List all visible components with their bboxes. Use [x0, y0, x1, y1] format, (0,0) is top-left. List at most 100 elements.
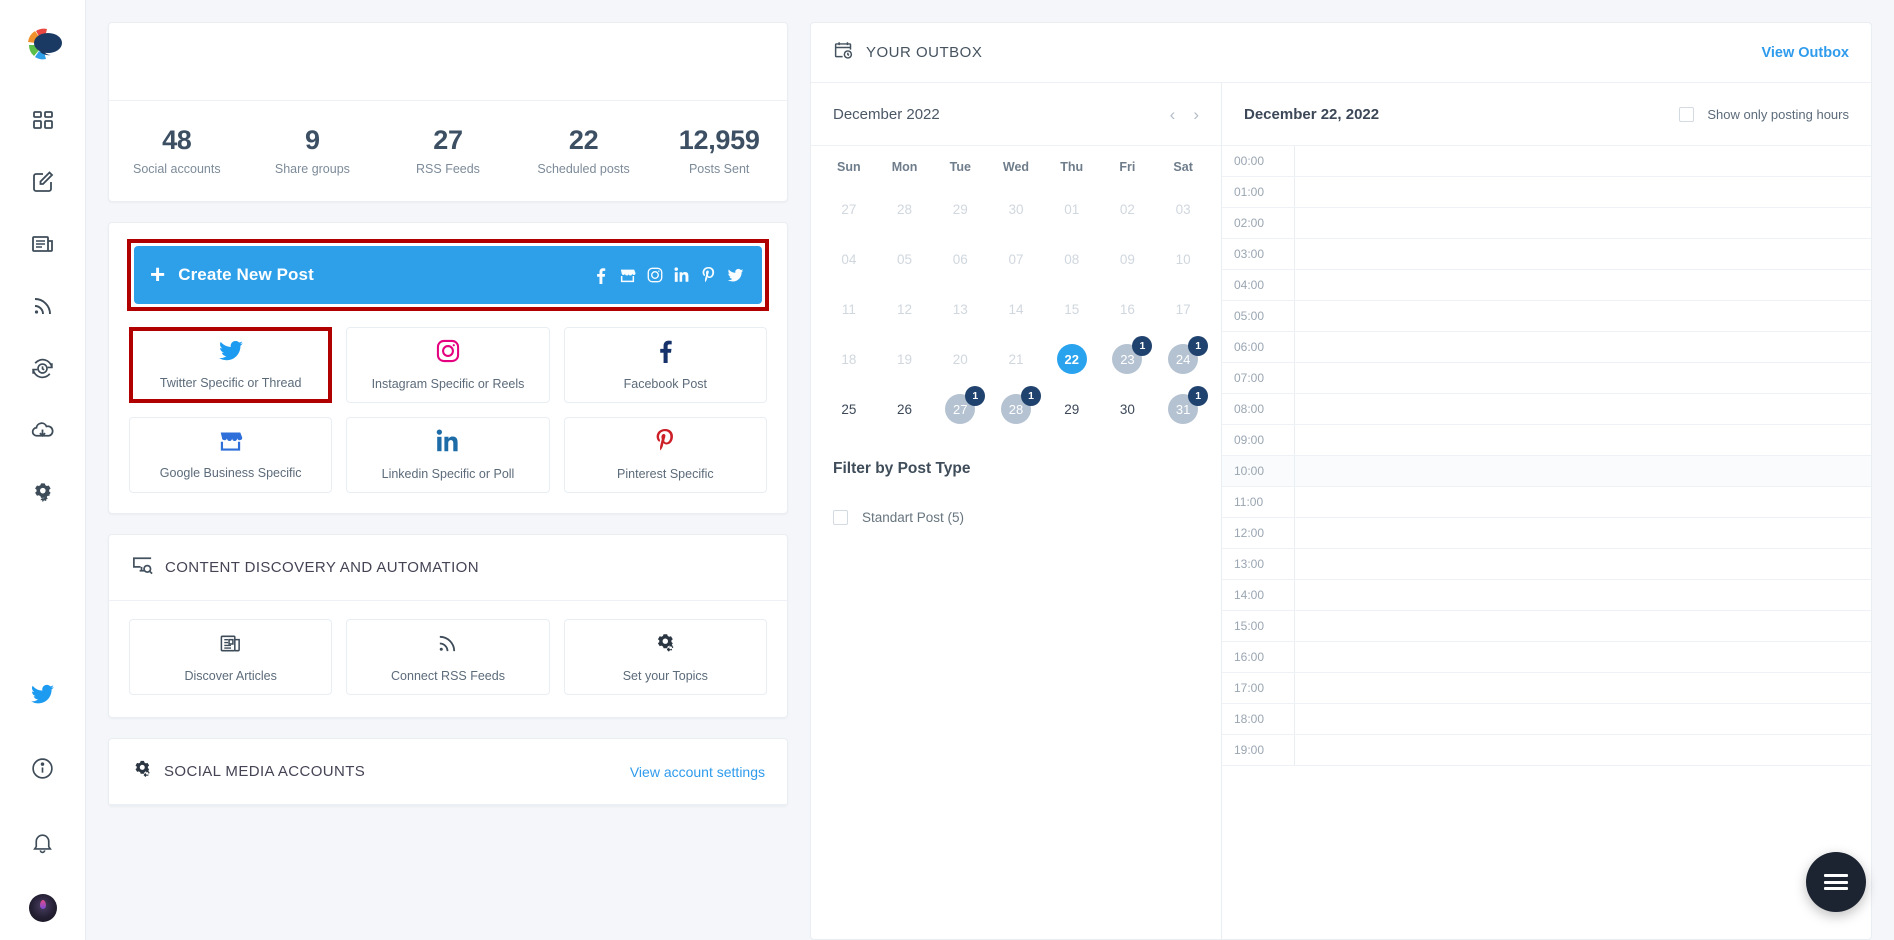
schedule-hour-slot[interactable] [1295, 611, 1871, 641]
post-type-pinterest[interactable]: Pinterest Specific [564, 417, 767, 493]
calendar-day-number[interactable]: 19 [897, 352, 912, 367]
view-account-settings-link[interactable]: View account settings [630, 764, 765, 780]
calendar-day-number[interactable]: 09 [1120, 252, 1135, 267]
calendar-day-cell[interactable]: 20 [932, 334, 988, 384]
calendar-day-cell[interactable]: 27 [821, 184, 877, 234]
schedule-hour-slot[interactable] [1295, 363, 1871, 393]
calendar-day-number[interactable]: 10 [1176, 252, 1191, 267]
create-new-post-button[interactable]: + Create New Post [134, 246, 762, 304]
schedule-hour-row[interactable]: 15:00 [1222, 611, 1871, 642]
calendar-day-cell[interactable]: 18 [821, 334, 877, 384]
sidebar-item-rss[interactable] [21, 284, 65, 328]
calendar-day-number[interactable]: 01 [1064, 202, 1079, 217]
calendar-day-number[interactable]: 03 [1176, 202, 1191, 217]
schedule-hour-slot[interactable] [1295, 146, 1871, 176]
schedule-hour-slot[interactable] [1295, 580, 1871, 610]
calendar-day-cell[interactable]: 02 [1100, 184, 1156, 234]
schedule-hour-row[interactable]: 10:00 [1222, 456, 1871, 487]
schedule-hour-row[interactable]: 05:00 [1222, 301, 1871, 332]
schedule-hour-slot[interactable] [1295, 518, 1871, 548]
calendar-day-cell[interactable]: 14 [988, 284, 1044, 334]
schedule-hour-row[interactable]: 04:00 [1222, 270, 1871, 301]
calendar-day-cell[interactable]: 09 [1100, 234, 1156, 284]
post-type-instagram[interactable]: Instagram Specific or Reels [346, 327, 549, 403]
user-avatar[interactable] [29, 894, 57, 922]
calendar-day-number[interactable]: 06 [953, 252, 968, 267]
posting-hours-checkbox[interactable] [1679, 107, 1694, 122]
floating-menu-button[interactable] [1806, 852, 1866, 912]
calendar-day-number[interactable]: 29 [953, 202, 968, 217]
schedule-hour-slot[interactable] [1295, 394, 1871, 424]
calendar-day-cell[interactable]: 30 [988, 184, 1044, 234]
schedule-hour-row[interactable]: 11:00 [1222, 487, 1871, 518]
calendar-day-number[interactable]: 02 [1120, 202, 1135, 217]
bell-icon[interactable] [21, 820, 65, 864]
calendar-day-number[interactable]: 05 [897, 252, 912, 267]
calendar-day-cell[interactable]: 25 [821, 384, 877, 434]
schedule-hour-slot[interactable] [1295, 239, 1871, 269]
calendar-day-number[interactable]: 29 [1064, 402, 1079, 417]
calendar-day-number[interactable]: 27 [841, 202, 856, 217]
calendar-day-cell[interactable]: 06 [932, 234, 988, 284]
post-type-facebook[interactable]: Facebook Post [564, 327, 767, 403]
calendar-day-with-posts[interactable]: 311 [1168, 394, 1198, 424]
calendar-day-number[interactable]: 30 [1120, 402, 1135, 417]
calendar-day-cell[interactable]: 04 [821, 234, 877, 284]
set-topics-tile[interactable]: Set your Topics [564, 619, 767, 695]
filter-checkbox[interactable] [833, 510, 848, 525]
calendar-day-cell[interactable]: 22 [1044, 334, 1100, 384]
calendar-day-cell[interactable]: 30 [1100, 384, 1156, 434]
calendar-day-cell[interactable]: 231 [1100, 334, 1156, 384]
calendar-day-number[interactable]: 11 [842, 302, 856, 317]
calendar-day-number[interactable]: 15 [1064, 302, 1079, 317]
connect-rss-tile[interactable]: Connect RSS Feeds [346, 619, 549, 695]
calendar-day-cell[interactable]: 05 [877, 234, 933, 284]
calendar-day-cell[interactable]: 15 [1044, 284, 1100, 334]
calendar-day-cell[interactable]: 19 [877, 334, 933, 384]
schedule-hour-slot[interactable] [1295, 301, 1871, 331]
view-outbox-link[interactable]: View Outbox [1761, 45, 1849, 61]
sidebar-item-cloud[interactable] [21, 408, 65, 452]
calendar-day-with-posts[interactable]: 281 [1001, 394, 1031, 424]
schedule-hour-slot[interactable] [1295, 549, 1871, 579]
calendar-day-cell[interactable]: 01 [1044, 184, 1100, 234]
calendar-day-number[interactable]: 08 [1064, 252, 1079, 267]
schedule-hour-slot[interactable] [1295, 704, 1871, 734]
calendar-day-cell[interactable]: 241 [1155, 334, 1211, 384]
calendar-day-cell[interactable]: 03 [1155, 184, 1211, 234]
calendar-day-cell[interactable]: 11 [821, 284, 877, 334]
schedule-hour-slot[interactable] [1295, 270, 1871, 300]
calendar-day-number[interactable]: 07 [1008, 252, 1023, 267]
calendar-day-cell[interactable]: 29 [932, 184, 988, 234]
calendar-day-cell[interactable]: 28 [877, 184, 933, 234]
calendar-day-cell[interactable]: 271 [932, 384, 988, 434]
schedule-hour-slot[interactable] [1295, 332, 1871, 362]
schedule-hour-row[interactable]: 09:00 [1222, 425, 1871, 456]
calendar-day-cell[interactable]: 281 [988, 384, 1044, 434]
calendar-day-number[interactable]: 20 [953, 352, 968, 367]
schedule-hour-slot[interactable] [1295, 487, 1871, 517]
schedule-hour-row[interactable]: 19:00 [1222, 735, 1871, 766]
posting-hours-toggle[interactable]: Show only posting hours [1679, 107, 1849, 122]
calendar-day-number[interactable]: 21 [1008, 352, 1023, 367]
calendar-day-number[interactable]: 14 [1008, 302, 1023, 317]
schedule-hour-row[interactable]: 16:00 [1222, 642, 1871, 673]
schedule-hour-row[interactable]: 08:00 [1222, 394, 1871, 425]
schedule-hour-row[interactable]: 18:00 [1222, 704, 1871, 735]
discover-articles-tile[interactable]: Discover Articles [129, 619, 332, 695]
calendar-day-number[interactable]: 17 [1176, 302, 1191, 317]
filter-option-standart-post[interactable]: Standart Post (5) [833, 510, 1199, 525]
sidebar-item-content[interactable] [21, 222, 65, 266]
schedule-hour-slot[interactable] [1295, 642, 1871, 672]
schedule-hour-row[interactable]: 02:00 [1222, 208, 1871, 239]
circular-logo-icon[interactable] [20, 22, 66, 68]
calendar-day-with-posts[interactable]: 241 [1168, 344, 1198, 374]
sidebar-item-automation[interactable] [21, 470, 65, 514]
calendar-day-number[interactable]: 13 [953, 302, 968, 317]
calendar-day-number[interactable]: 18 [841, 352, 856, 367]
calendar-day-number[interactable]: 12 [897, 302, 912, 317]
calendar-day-cell[interactable]: 26 [877, 384, 933, 434]
schedule-hour-row[interactable]: 03:00 [1222, 239, 1871, 270]
calendar-day-with-posts[interactable]: 271 [945, 394, 975, 424]
schedule-hour-row[interactable]: 00:00 [1222, 146, 1871, 177]
